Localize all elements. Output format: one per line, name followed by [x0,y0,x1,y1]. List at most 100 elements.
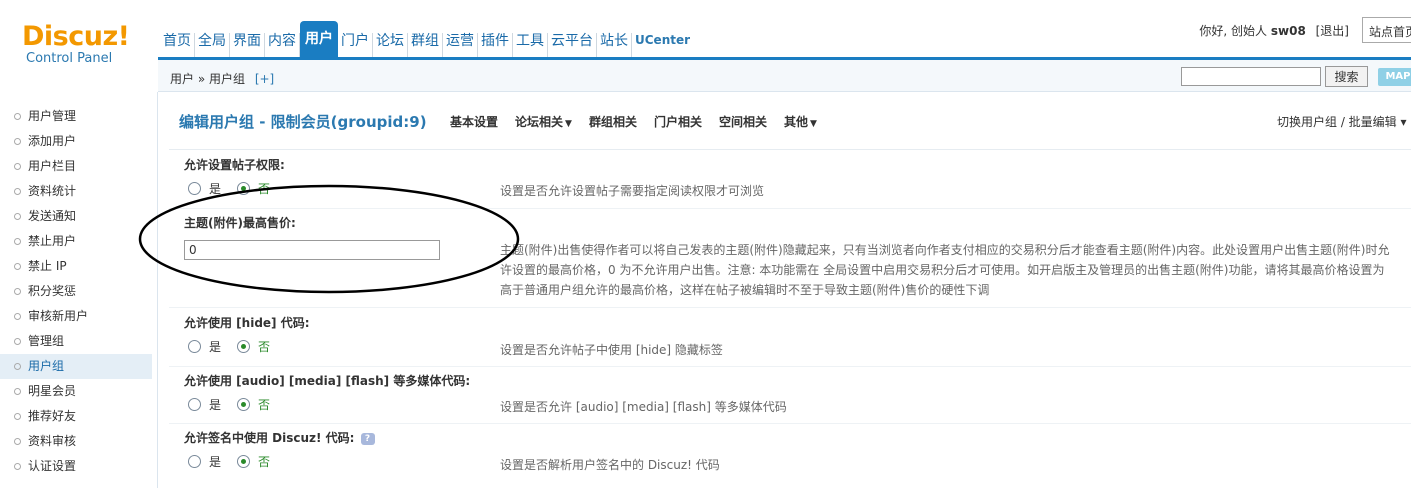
sub-tab[interactable]: 空间相关 [719,113,767,130]
nav-item-2[interactable]: 界面 [230,33,265,57]
radio-circle-checked[interactable] [237,398,251,411]
help-icon[interactable]: ? [360,432,375,445]
sub-tab[interactable]: 门户相关 [654,113,702,130]
bullet-icon [14,138,21,145]
radio-no[interactable]: 否 [237,338,270,355]
bullet-icon [14,438,21,445]
radio-yes[interactable]: 是 [188,396,221,413]
page-title: 编辑用户组 - 限制会员(groupid:9) [179,113,427,131]
sub-bar: 用户 » 用户组 [+] 搜索 MAP [158,60,1411,92]
radio-no-label: 否 [258,455,271,469]
logo[interactable]: Discuz! Control Panel [22,22,132,74]
search-button[interactable]: 搜索 [1325,66,1368,87]
bullet-icon [14,413,21,420]
sidebar-item[interactable]: 推荐好友 [0,404,152,429]
desc-line: 许设置的最高价格，0 为不允许用户出售。注意: 本功能需在 全局设置中启用交易积… [500,263,1385,277]
bullet-icon [14,338,21,345]
bullet-icon [14,363,21,370]
sidebar-item[interactable]: 禁止 IP [0,254,152,279]
sub-tab[interactable]: 其他 ▼ [784,113,817,130]
nav-item-1[interactable]: 全局 [195,33,230,57]
sidebar-item[interactable]: 用户组 [0,354,152,379]
divider [169,423,1411,424]
sub-tab-label: 其他 [784,115,809,129]
header-divider [169,149,1411,150]
setting-description: 设置是否解析用户签名中的 Discuz! 代码 [500,458,720,472]
sub-tab[interactable]: 基本设置 [450,113,498,130]
nav-item-5[interactable]: 门户 [338,33,373,57]
dropdown-arrow-icon: ▼ [565,119,572,129]
sidebar-item[interactable]: 用户栏目 [0,154,152,179]
sidebar-item[interactable]: 禁止用户 [0,229,152,254]
radio-yes[interactable]: 是 [188,453,221,470]
setting-label-text: 允许签名中使用 Discuz! 代码: [184,431,355,445]
username: sw08 [1270,24,1306,38]
greeting: 你好, 创始人 [1199,24,1268,38]
radio-yes[interactable]: 是 [188,338,221,355]
sub-tab[interactable]: 群组相关 [589,113,637,130]
setting-post-permission: 允许设置帖子权限: 是 否 设置是否允许设置帖子需要指定阅读权限才可浏览 [184,156,1411,198]
nav-item-11[interactable]: 云平台 [548,33,597,57]
ellipse-stroke [138,184,520,294]
divider [169,307,1411,308]
radio-circle-checked[interactable] [237,455,251,468]
logo-subtitle: Control Panel [26,51,113,66]
setting-signature-code: 允许签名中使用 Discuz! 代码:? 是 否 设置是否解析用户签名中的 Di… [184,429,1411,472]
nav-item-13[interactable]: UCenter [632,32,693,57]
bullet-icon [14,188,21,195]
header: Discuz! Control Panel 首页 全局 界面 内容 用户 门户 论坛 群组 运营… [0,0,1411,66]
setting-media-code: 允许使用 [audio] [media] [flash] 等多媒体代码: 是 否… [184,372,1411,414]
setting-description: 设置是否允许帖子中使用 [hide] 隐藏标签 [500,343,723,357]
sub-tab[interactable]: 论坛相关 ▼ [515,113,572,130]
bullet-icon [14,113,21,120]
setting-label: 允许设置帖子权限: [184,158,285,172]
bullet-icon [14,288,21,295]
nav-item-12[interactable]: 站长 [597,33,632,57]
nav-item-4[interactable]: 用户 [300,21,338,57]
nav-item-8[interactable]: 运营 [443,33,478,57]
sidebar: 用户管理添加用户 用户栏目 资料统计发送通知禁止用户 禁止 IP 积分奖惩 审核新用户管理… [0,92,158,488]
sidebar-item[interactable]: 认证设置 [0,454,152,479]
sidebar-item-label: 管理组 [28,334,65,348]
radio-circle[interactable] [188,340,201,353]
sidebar-item-label: 资料审核 [28,434,77,448]
setting-hide-code: 允许使用 [hide] 代码: 是 否 设置是否允许帖子中使用 [hide] 隐… [184,314,1411,357]
breadcrumb-text[interactable]: 用户 » 用户组 [170,72,245,86]
radio-no[interactable]: 否 [237,396,270,413]
setting-description: 设置是否允许 [audio] [media] [flash] 等多媒体代码 [500,400,787,414]
sidebar-item[interactable]: 用户管理 [0,104,152,129]
switch-group-link[interactable]: 切换用户组 / 批量编辑 ▾ [1277,113,1407,130]
radio-circle[interactable] [188,455,201,468]
site-home-button[interactable]: 站点首页 [1362,17,1411,43]
sidebar-item[interactable]: 资料审核 [0,429,152,454]
sidebar-item-label: 推荐好友 [28,409,77,423]
logout-link[interactable]: [退出] [1316,24,1349,38]
sidebar-item-label: 发送通知 [28,209,77,223]
sidebar-item[interactable]: 管理组 [0,329,152,354]
sidebar-item-label: 用户管理 [28,109,77,123]
sidebar-item[interactable]: 添加用户 [0,129,152,154]
nav-item-9[interactable]: 插件 [478,33,513,57]
sidebar-item[interactable]: 资料统计 [0,179,152,204]
sidebar-item[interactable]: 明星会员 [0,379,152,404]
setting-label: 允许签名中使用 Discuz! 代码:? [184,429,1411,446]
radio-no[interactable]: 否 [237,453,270,470]
map-button[interactable]: MAP [1378,68,1411,86]
nav-item-7[interactable]: 群组 [408,33,443,57]
nav-item-10[interactable]: 工具 [513,33,548,57]
sidebar-item-label: 用户组 [28,359,65,373]
nav-item-3[interactable]: 内容 [265,33,300,57]
user-info: 你好, 创始人 sw08 [退出] [1199,22,1349,39]
search-input[interactable] [1181,67,1321,86]
nav-item-0[interactable]: 首页 [160,33,195,57]
radio-circle-checked[interactable] [237,340,251,353]
sidebar-item[interactable]: 审核新用户 [0,304,152,329]
sidebar-item[interactable]: 积分奖惩 [0,279,152,304]
sidebar-item[interactable]: 发送通知 [0,204,152,229]
radio-yes-label: 是 [209,340,222,354]
radio-circle[interactable] [188,398,201,411]
add-shortcut-link[interactable]: [+] [255,72,274,86]
nav-item-6[interactable]: 论坛 [373,33,408,57]
bullet-icon [14,313,21,320]
dropdown-arrow-icon: ▼ [810,119,817,129]
